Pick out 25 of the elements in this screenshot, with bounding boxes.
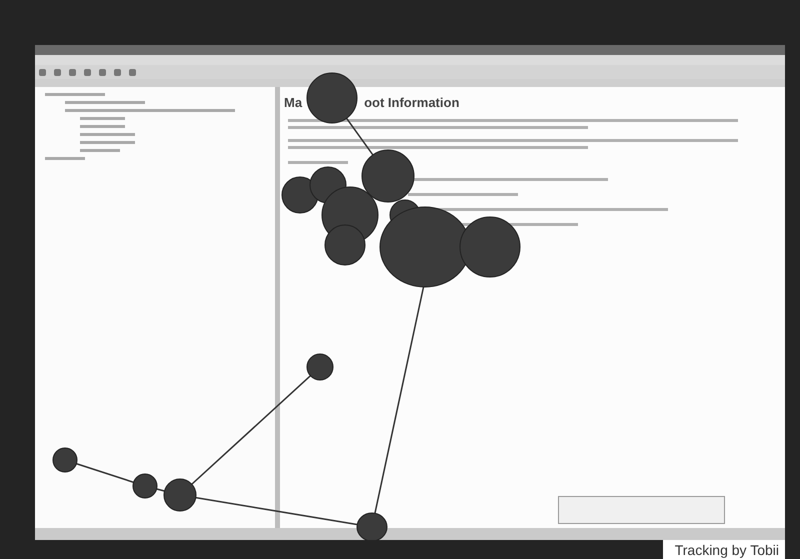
heading-text: Ma bbox=[284, 94, 302, 110]
toolbar-icon[interactable] bbox=[69, 68, 76, 76]
fixation-circle bbox=[306, 354, 334, 380]
illegible-text bbox=[80, 117, 125, 120]
fixation-circle bbox=[132, 474, 158, 498]
fixation-circle bbox=[282, 176, 318, 214]
fixation-circle bbox=[306, 72, 358, 124]
illegible-text bbox=[80, 125, 125, 128]
caption-label: Tracking by Tobii bbox=[662, 540, 785, 559]
toolbar-icon[interactable] bbox=[39, 68, 46, 76]
illegible-text bbox=[80, 149, 120, 152]
illegible-text bbox=[288, 161, 348, 164]
fixation-circle bbox=[324, 224, 366, 266]
illegible-text bbox=[80, 141, 135, 144]
fixation-circle bbox=[52, 448, 78, 472]
fixation-circle bbox=[164, 478, 196, 512]
toolbar-icon[interactable] bbox=[99, 68, 106, 76]
illegible-text bbox=[45, 157, 85, 160]
illegible-text bbox=[45, 93, 105, 96]
illegible-text bbox=[80, 133, 135, 136]
toolbar-icon[interactable] bbox=[129, 68, 136, 76]
toolbar-icon[interactable] bbox=[84, 68, 91, 76]
heading-text: oot Information bbox=[364, 94, 460, 110]
toolbar-icon[interactable] bbox=[54, 68, 61, 76]
toolbar-icon[interactable] bbox=[114, 68, 121, 76]
